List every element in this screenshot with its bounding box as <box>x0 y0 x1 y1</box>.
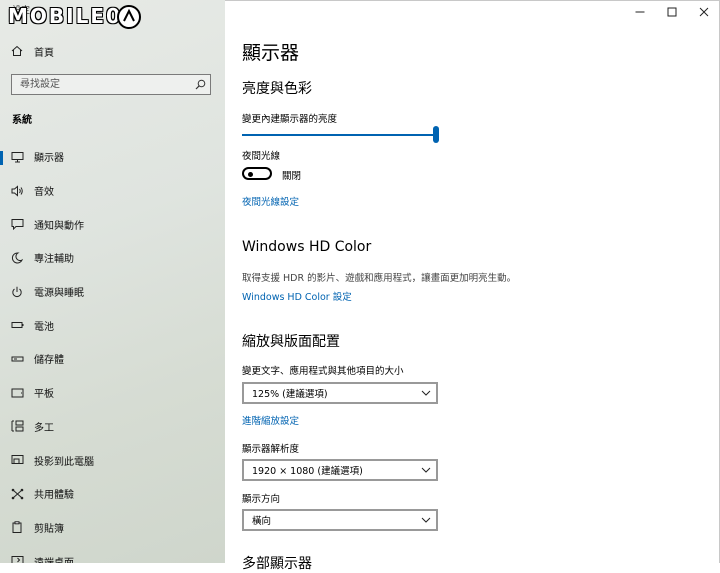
tablet-icon <box>10 386 24 400</box>
sidebar-item-label: 儲存體 <box>34 355 64 367</box>
home-icon <box>10 44 24 58</box>
night-light-settings-link[interactable]: 夜間光線設定 <box>242 194 299 208</box>
sidebar-item-shared[interactable]: 共用體驗 <box>0 477 225 511</box>
speaker-icon <box>10 184 24 198</box>
orientation-dropdown[interactable]: 橫向 <box>242 509 438 531</box>
orientation-dropdown-value: 橫向 <box>252 516 272 527</box>
scale-label: 變更文字、應用程式與其他項目的大小 <box>242 366 404 377</box>
sidebar-item-label: 剪貼簿 <box>34 523 64 535</box>
chevron-down-icon <box>416 390 436 396</box>
multitask-icon <box>10 419 24 433</box>
minimize-icon <box>635 11 645 13</box>
sidebar-item-battery[interactable]: 電池 <box>0 308 225 342</box>
chevron-down-icon <box>416 467 436 473</box>
brightness-slider-label: 變更內建顯示器的亮度 <box>242 114 338 125</box>
maximize-icon <box>667 7 677 17</box>
battery-icon <box>10 318 24 332</box>
resolution-dropdown-value: 1920 × 1080 (建議選項) <box>252 466 363 477</box>
sidebar-item-label: 顯示器 <box>34 153 64 165</box>
sidebar-item-label: 音效 <box>34 187 54 199</box>
close-icon <box>699 7 709 17</box>
monitor-icon <box>10 150 24 164</box>
sidebar-item-home[interactable]: 首頁 <box>0 40 225 62</box>
minimize-button[interactable] <box>624 0 656 24</box>
window-controls <box>624 0 720 24</box>
night-light-toggle[interactable] <box>242 167 272 180</box>
sidebar-item-multitasking[interactable]: 多工 <box>0 410 225 444</box>
sidebar-item-label: 多工 <box>34 422 54 434</box>
multiple-displays-heading: 多部顯示器 <box>242 556 312 572</box>
night-light-label: 夜間光線 <box>242 151 281 162</box>
search-input[interactable] <box>12 78 190 91</box>
slider-fill <box>242 134 436 136</box>
orientation-label: 顯示方向 <box>242 494 281 505</box>
sidebar-item-display[interactable]: 顯示器 <box>0 140 225 174</box>
sidebar-item-remote[interactable]: 遠端桌面 <box>0 544 225 563</box>
brightness-heading: 亮度與色彩 <box>242 81 312 97</box>
storage-icon <box>10 352 24 366</box>
search-icon[interactable] <box>190 79 210 90</box>
sidebar-nav: 顯示器 音效 通知與動作 專注輔助 電源與睡眠 電池 儲存體 平板 多工 投影到… <box>0 140 225 563</box>
remote-icon <box>10 554 24 563</box>
brightness-slider[interactable] <box>242 126 439 144</box>
sidebar-item-clipboard[interactable]: 剪貼簿 <box>0 511 225 545</box>
sidebar-item-label: 遠端桌面 <box>34 554 74 563</box>
sidebar-item-label: 專注輔助 <box>34 254 74 266</box>
night-light-state: 關閉 <box>282 171 302 182</box>
sidebar-section-label: 系統 <box>12 115 32 126</box>
message-icon <box>10 217 24 231</box>
close-button[interactable] <box>688 0 720 24</box>
page-title: 顯示器 <box>242 42 300 64</box>
power-icon <box>10 285 24 299</box>
scale-layout-heading: 縮放與版面配置 <box>242 334 340 350</box>
hd-color-heading: Windows HD Color <box>242 239 372 255</box>
project-icon <box>10 453 24 467</box>
resolution-dropdown[interactable]: 1920 × 1080 (建議選項) <box>242 459 438 481</box>
sidebar-item-label: 電池 <box>34 321 54 333</box>
search-box[interactable] <box>11 74 211 95</box>
sidebar-item-label: 投影到此電腦 <box>34 456 94 468</box>
sidebar-item-label: 首頁 <box>34 47 54 59</box>
sidebar-item-projecting[interactable]: 投影到此電腦 <box>0 443 225 477</box>
sidebar-item-label: 電源與睡眠 <box>34 288 84 300</box>
sidebar-item-label: 通知與動作 <box>34 220 84 232</box>
sidebar-item-focus[interactable]: 專注輔助 <box>0 241 225 275</box>
watermark-logo-icon <box>117 5 141 29</box>
sidebar-item-power[interactable]: 電源與睡眠 <box>0 275 225 309</box>
sidebar-item-storage[interactable]: 儲存體 <box>0 342 225 376</box>
sidebar: 設定 MOBILE01 首頁 系統 顯示器 音效 <box>0 0 225 563</box>
sidebar-item-sound[interactable]: 音效 <box>0 174 225 208</box>
moon-icon <box>10 251 24 265</box>
hd-color-description: 取得支援 HDR 的影片、遊戲和應用程式，讓畫面更加明亮生動。 <box>242 273 517 284</box>
advanced-scaling-link[interactable]: 進階縮放設定 <box>242 413 299 427</box>
chevron-down-icon <box>416 517 436 523</box>
toggle-knob <box>248 171 253 177</box>
sidebar-item-tablet[interactable]: 平板 <box>0 376 225 410</box>
maximize-button[interactable] <box>656 0 688 24</box>
slider-thumb[interactable] <box>433 126 439 143</box>
shared-icon <box>10 487 24 501</box>
sidebar-item-notifications[interactable]: 通知與動作 <box>0 207 225 241</box>
sidebar-item-label: 共用體驗 <box>34 490 74 502</box>
scale-dropdown[interactable]: 125% (建議選項) <box>242 382 438 404</box>
hd-color-settings-link[interactable]: Windows HD Color 設定 <box>242 289 352 303</box>
clipboard-icon <box>10 520 24 534</box>
scale-dropdown-value: 125% (建議選項) <box>252 389 328 400</box>
resolution-label: 顯示器解析度 <box>242 444 300 455</box>
sidebar-item-label: 平板 <box>34 389 54 401</box>
